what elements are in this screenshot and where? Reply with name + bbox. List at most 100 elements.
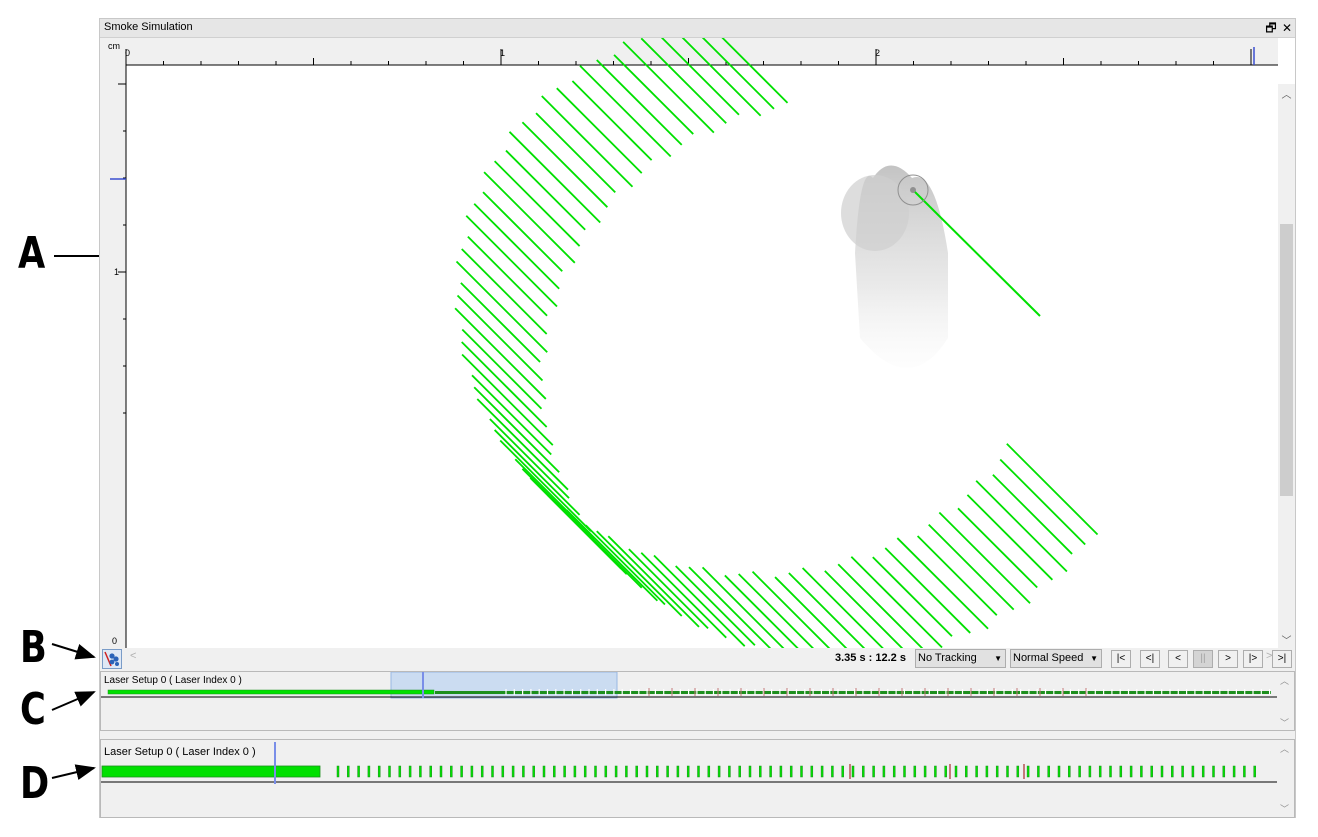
vertical-scrollbar[interactable]: ︿ ﹀ xyxy=(1278,84,1295,648)
title-bar: Smoke Simulation 🗗 ✕ xyxy=(100,19,1295,38)
timeline-detail-pulse xyxy=(532,765,535,778)
timeline-detail-pulse xyxy=(1078,765,1081,778)
timeline-detail-pulse xyxy=(614,765,618,778)
timeline-detail-pulse xyxy=(1191,765,1195,778)
timeline-detail-pulse xyxy=(697,765,700,778)
timeline-detail-pulse xyxy=(769,765,772,778)
vertical-scroll-thumb[interactable] xyxy=(1280,224,1293,496)
timeline-detail-pulse xyxy=(1222,765,1226,778)
timeline-detail-pulse xyxy=(419,765,422,778)
speed-value: Normal Speed xyxy=(1013,652,1084,664)
step-forward-button[interactable]: > xyxy=(1218,650,1238,668)
timeline-detail-marker xyxy=(949,764,951,779)
timeline-detail-pulse xyxy=(882,765,886,778)
timeline-detail-pulse xyxy=(347,765,350,778)
speed-select[interactable]: Normal Speed ▼ xyxy=(1010,649,1102,668)
timeline-overview-panel[interactable]: Laser Setup 0 ( Laser Index 0 ) ︿ ﹀ xyxy=(100,671,1295,731)
timeline-detail-pulse xyxy=(975,765,978,778)
timeline-detail-pulse xyxy=(934,765,937,778)
laser-source-dot xyxy=(910,187,916,193)
chevron-down-icon: ▼ xyxy=(994,654,1002,663)
laser-path-segment xyxy=(975,480,1068,573)
timeline-detail-pulse xyxy=(923,765,927,778)
timeline-detail-pulse xyxy=(460,765,463,778)
timeline-detail-pulse xyxy=(1212,765,1215,778)
laser-path-segment xyxy=(461,248,548,335)
timeline-detail-pulse xyxy=(429,765,432,778)
timeline-detail-pulse xyxy=(1006,765,1009,778)
timeline-detail-panel[interactable]: Laser Setup 0 ( Laser Index 0 ) ︿ ﹀ xyxy=(100,739,1295,818)
simulation-canvas[interactable]: cm 0 1 2 1 0 ︿ ﹀ < > xyxy=(100,38,1295,665)
vertical-ruler xyxy=(100,38,126,648)
laser-path-segment xyxy=(596,59,683,146)
timeline-detail-pulse xyxy=(1119,765,1123,778)
laser-path-segment xyxy=(493,429,581,516)
go-to-start-button[interactable]: |< xyxy=(1111,650,1131,668)
timeline-detail-pulse xyxy=(604,765,608,778)
laser-path-segment xyxy=(483,171,576,264)
step-back-button[interactable]: < xyxy=(1168,650,1188,668)
timeline-detail-pulse xyxy=(995,765,999,778)
tracking-value: No Tracking xyxy=(918,652,977,664)
laser-path-segment xyxy=(482,191,563,272)
simulation-settings-icon[interactable] xyxy=(102,649,122,669)
laser-path-segment xyxy=(556,502,643,589)
timeline-detail-pulse xyxy=(522,765,525,778)
pause-button[interactable]: || xyxy=(1193,650,1213,668)
timeline-detail-track[interactable] xyxy=(101,740,1277,800)
timeline-detail-marker xyxy=(849,764,851,779)
scroll-up-icon[interactable]: ︿ xyxy=(1278,86,1295,101)
laser-path-segment xyxy=(460,282,541,363)
ruler-y-label: 1 xyxy=(114,267,119,277)
timeline-detail-pulse xyxy=(1068,765,1071,778)
laser-path-segment xyxy=(461,353,554,446)
go-to-end-button[interactable]: >| xyxy=(1272,650,1292,668)
laser-path-segment xyxy=(499,439,592,532)
restore-icon[interactable]: 🗗 xyxy=(1264,19,1278,37)
scroll-up-icon[interactable]: ︿ xyxy=(1280,742,1289,755)
time-display: 3.35 s : 12.2 s xyxy=(835,652,906,664)
timeline-detail-pulse xyxy=(1016,765,1020,778)
scroll-down-icon[interactable]: ﹀ xyxy=(1280,802,1289,815)
timeline-detail-scrollbar[interactable]: ︿ ﹀ xyxy=(1277,740,1294,817)
timeline-overview-scrollbar[interactable]: ︿ ﹀ xyxy=(1277,672,1294,730)
scroll-down-icon[interactable]: ﹀ xyxy=(1278,632,1295,647)
laser-path-segment xyxy=(541,95,634,188)
ruler-x-label: 1 xyxy=(500,48,505,58)
timeline-detail-pulse xyxy=(1201,765,1205,778)
scroll-up-icon[interactable]: ︿ xyxy=(1280,674,1289,687)
scroll-down-icon[interactable]: ﹀ xyxy=(1280,716,1289,729)
timeline-detail-pulse xyxy=(676,765,680,778)
timeline-detail-pulse xyxy=(1037,765,1040,778)
timeline-detail-pulse xyxy=(892,765,896,778)
laser-path-segment xyxy=(546,494,628,575)
laser-path-segment xyxy=(556,87,643,174)
timeline-detail-pulse xyxy=(645,765,649,778)
timeline-detail-pulse xyxy=(903,765,906,778)
arrow-b xyxy=(51,643,96,660)
timeline-detail-pulse xyxy=(1098,765,1102,778)
timeline-detail-pulse xyxy=(357,765,360,778)
timeline-detail-pulse xyxy=(738,765,741,778)
timeline-detail-pulse xyxy=(470,765,474,778)
next-keyframe-button[interactable]: |> xyxy=(1243,650,1263,668)
timeline-overview-track[interactable] xyxy=(101,672,1277,712)
timeline-detail-pulse xyxy=(1171,765,1174,778)
timeline-detail-pulse xyxy=(728,765,731,778)
simulation-view[interactable]: cm 0 1 2 1 0 xyxy=(100,38,1278,648)
close-icon[interactable]: ✕ xyxy=(1280,19,1294,37)
timeline-detail-pulse xyxy=(1181,765,1184,778)
tracking-select[interactable]: No Tracking ▼ xyxy=(915,649,1006,668)
timeline-detail-pulse xyxy=(789,765,793,778)
timeline-detail-pulse xyxy=(656,765,659,778)
timeline-detail-pulse xyxy=(862,765,865,778)
window-title: Smoke Simulation xyxy=(104,21,193,33)
timeline-detail-active-segment xyxy=(101,765,321,778)
arrow-d xyxy=(51,764,96,780)
timeline-detail-pulse xyxy=(954,765,958,778)
timeline-detail-pulse xyxy=(563,765,566,778)
laser-path-segment xyxy=(640,552,727,639)
previous-keyframe-button[interactable]: <| xyxy=(1140,650,1160,668)
laser-path-segment xyxy=(476,398,569,491)
laser-path-segment xyxy=(938,511,1031,604)
